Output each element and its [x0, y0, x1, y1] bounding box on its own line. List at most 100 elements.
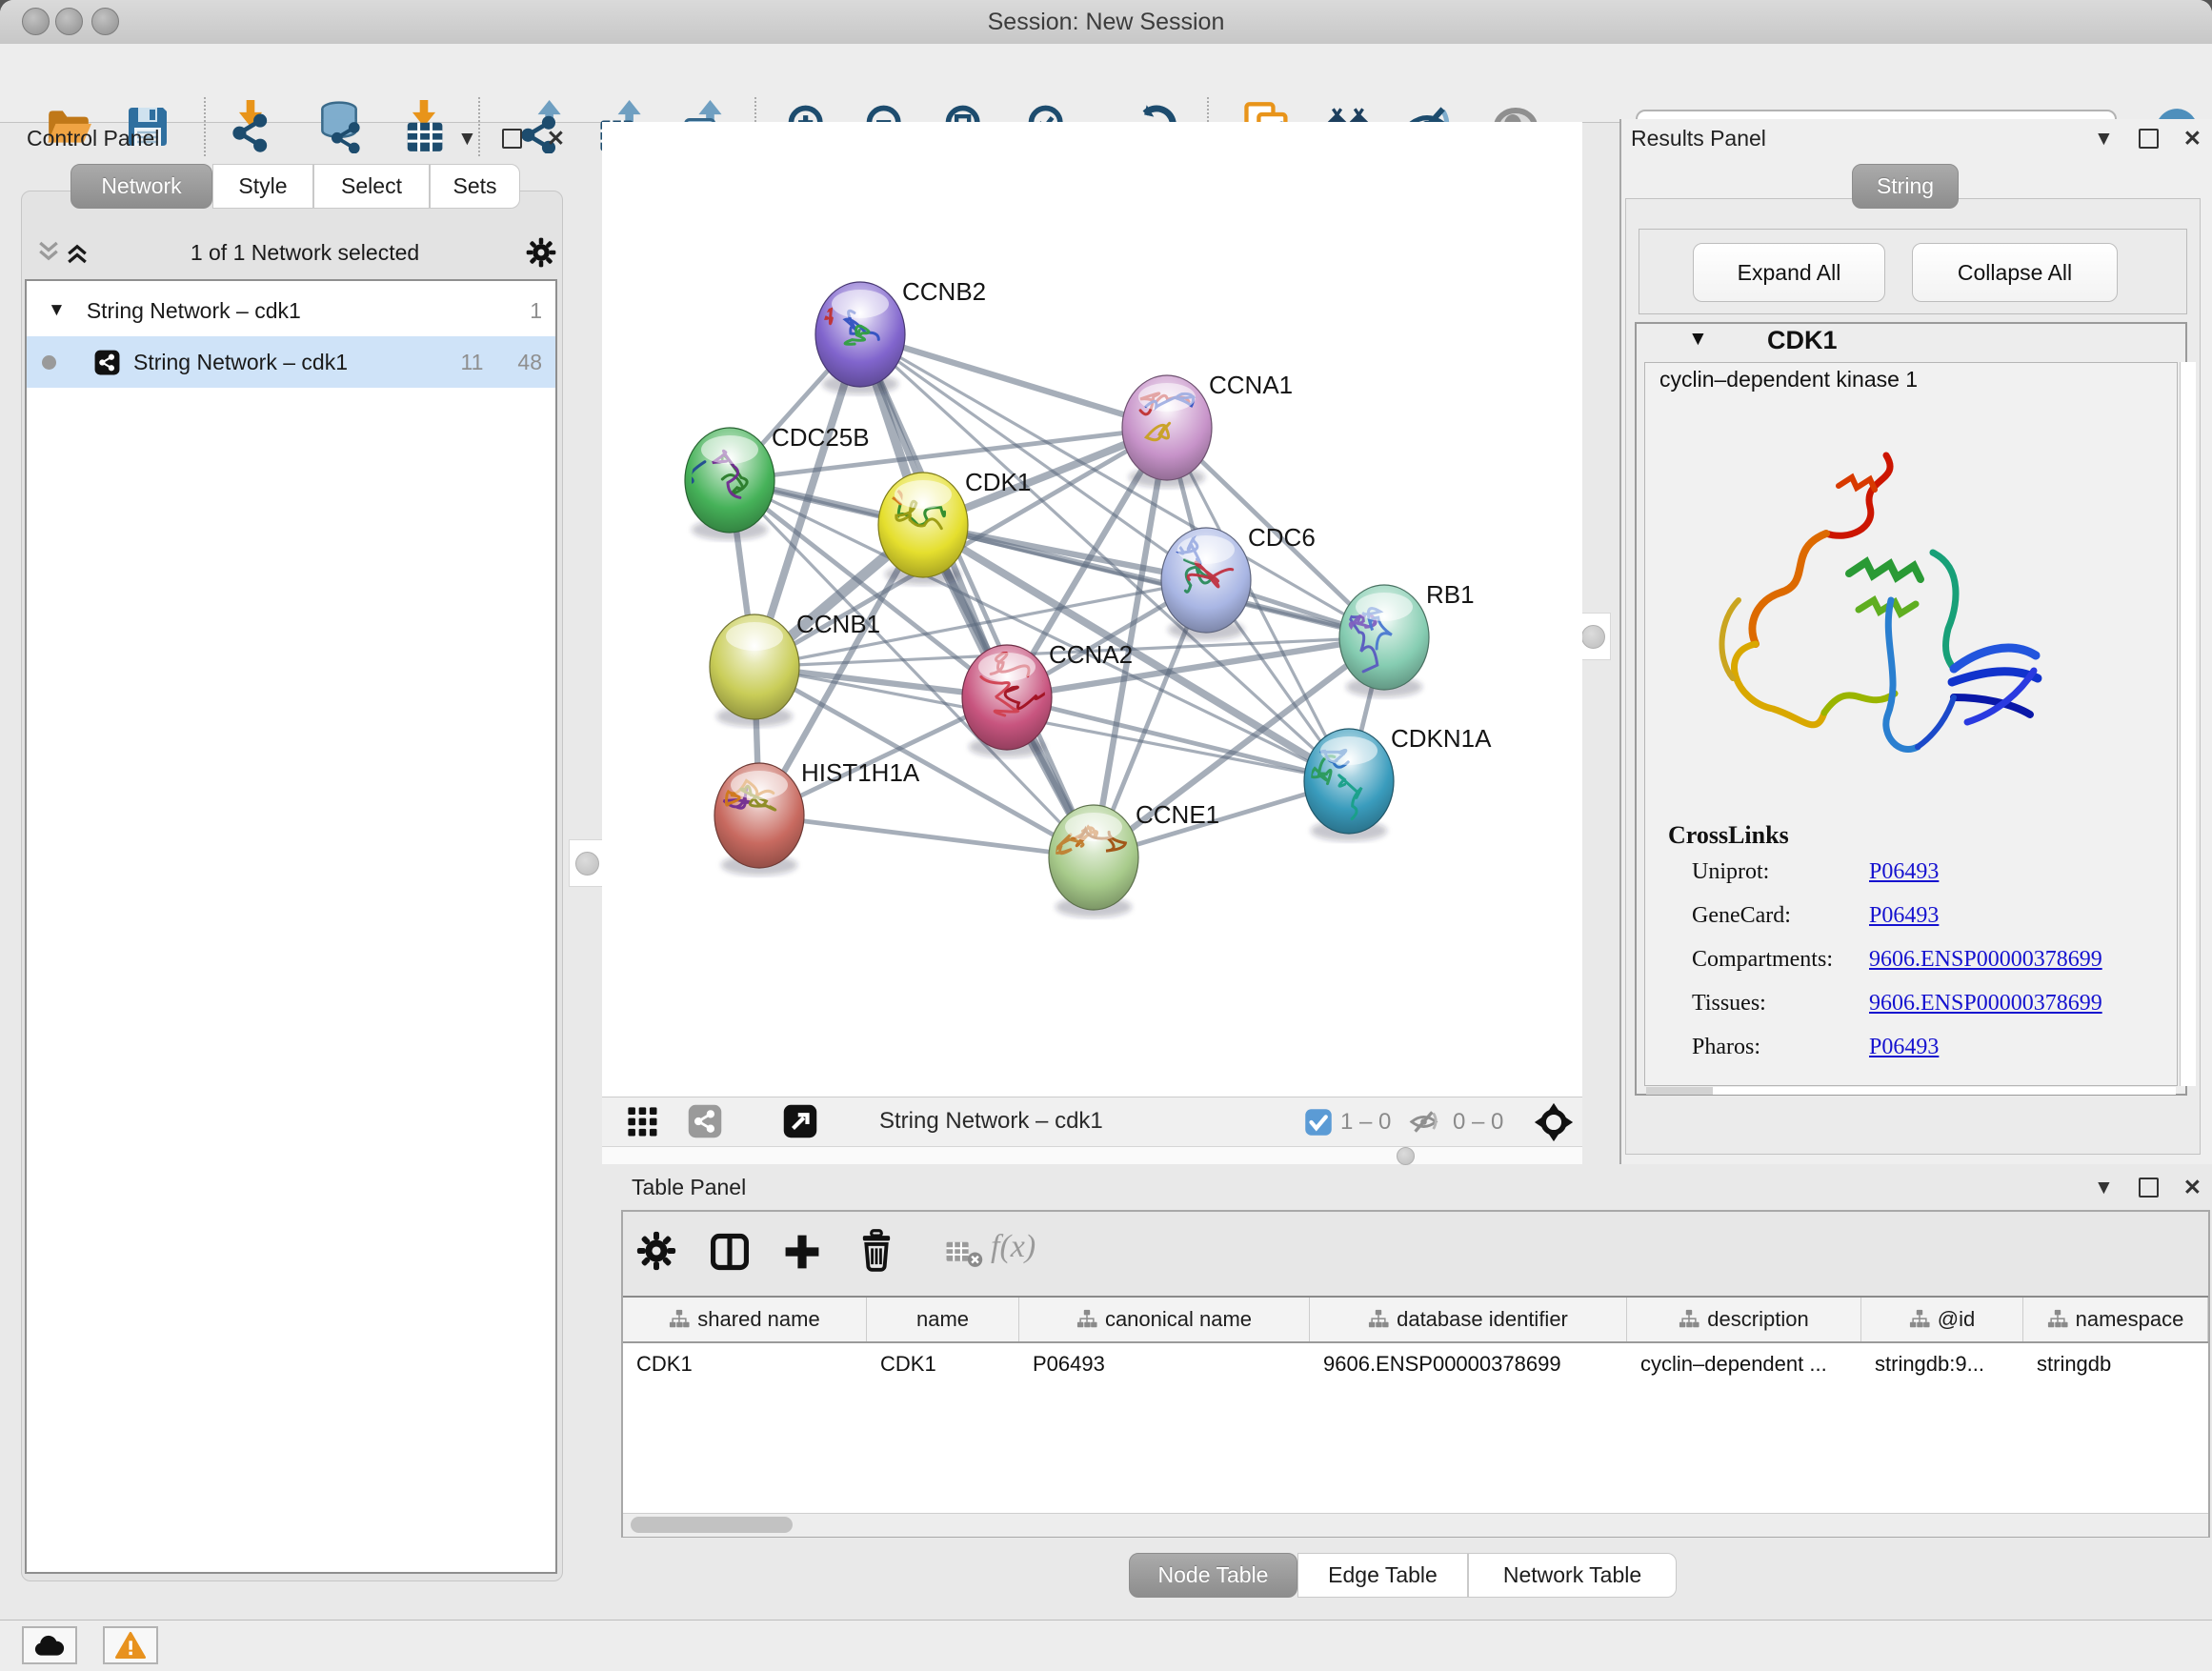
- column-header-label: database identifier: [1397, 1307, 1568, 1332]
- tab-sets[interactable]: Sets: [430, 164, 520, 209]
- birdseye-view-icon[interactable]: [783, 1104, 817, 1138]
- column-header-canonicalname[interactable]: canonical name: [1019, 1298, 1310, 1341]
- status-bar: Memory: [0, 1620, 2212, 1671]
- table-row[interactable]: CDK1CDK1P064939606.ENSP00000378699cyclin…: [623, 1343, 2208, 1385]
- results-vertical-scrollbar[interactable]: [2180, 362, 2196, 1086]
- horizontal-splitter-handle[interactable]: [1397, 1147, 1415, 1165]
- crosslink-value-link[interactable]: P06493: [1869, 903, 1939, 929]
- network-node-cdkn1a[interactable]: CDKN1A: [1304, 724, 1492, 841]
- selected-checkbox-icon[interactable]: [1304, 1108, 1333, 1137]
- collapse-all-networks-icon[interactable]: [34, 238, 63, 267]
- collapse-all-button[interactable]: Collapse All: [1912, 243, 2118, 302]
- node-label: CCNA2: [1049, 640, 1133, 669]
- network-edge[interactable]: [860, 334, 1167, 428]
- network-node-rb1[interactable]: RB1: [1339, 580, 1475, 697]
- table-panel-close-icon[interactable]: ✕: [2183, 1175, 2202, 1200]
- crosslink-row: Pharos:P06493: [1692, 1035, 2168, 1060]
- crosslink-value-link[interactable]: 9606.ENSP00000378699: [1869, 947, 2102, 973]
- control-panel-menu-icon[interactable]: ▼: [457, 128, 477, 151]
- tree-collapse-icon[interactable]: ▼: [48, 300, 66, 321]
- warnings-button[interactable]: [103, 1626, 158, 1664]
- expand-all-networks-icon[interactable]: [63, 238, 91, 267]
- column-header-namespace[interactable]: namespace: [2023, 1298, 2208, 1341]
- network-edge[interactable]: [759, 815, 1094, 857]
- control-panel-close-icon[interactable]: ✕: [547, 126, 565, 151]
- column-header-label: name: [916, 1307, 969, 1332]
- control-panel-float-icon[interactable]: [502, 129, 522, 149]
- node-label: CCNE1: [1136, 800, 1219, 829]
- results-panel-float-icon[interactable]: [2139, 129, 2159, 149]
- cloud-status-button[interactable]: [22, 1626, 77, 1664]
- table-cell[interactable]: CDK1: [623, 1343, 867, 1385]
- import-table-file-icon[interactable]: [398, 101, 450, 152]
- network-node-ccna1[interactable]: CCNA1: [1122, 371, 1293, 488]
- column-header-sharedname[interactable]: shared name: [623, 1298, 867, 1341]
- import-network-database-icon[interactable]: [313, 101, 365, 152]
- tab-style[interactable]: Style: [212, 164, 313, 209]
- grid-view-icon[interactable]: [627, 1106, 658, 1137]
- network-view-toolbar: String Network – cdk1 1 – 0 0 – 0: [602, 1097, 1582, 1147]
- network-node-ccnb2[interactable]: CCNB2: [798, 277, 986, 394]
- cloud-icon: [33, 1633, 66, 1658]
- tab-select[interactable]: Select: [313, 164, 430, 209]
- results-panel-menu-icon[interactable]: ▼: [2094, 128, 2114, 151]
- horizontal-splitter[interactable]: [602, 1145, 1582, 1164]
- results-panel-close-icon[interactable]: ✕: [2183, 126, 2202, 151]
- import-network-file-icon[interactable]: [225, 101, 276, 152]
- node-attribute-table: shared name name canonical name database id…: [623, 1296, 2208, 1513]
- table-cell[interactable]: cyclin–dependent ...: [1627, 1343, 1861, 1385]
- scrollbar-thumb[interactable]: [631, 1517, 793, 1533]
- tab-network[interactable]: Network: [70, 164, 212, 209]
- expand-all-button[interactable]: Expand All: [1693, 243, 1885, 302]
- column-type-icon: [1909, 1309, 1930, 1330]
- node-label: RB1: [1426, 580, 1475, 609]
- network-collection-row[interactable]: ▼ String Network – cdk1 1: [27, 285, 555, 336]
- network-row-selected[interactable]: String Network – cdk1 11 48: [27, 336, 555, 388]
- network-node-cdk1[interactable]: CDK1: [865, 468, 1032, 585]
- crosslinks-heading: CrossLinks: [1668, 821, 1789, 850]
- results-horizontal-scrollbar[interactable]: [1646, 1087, 2176, 1095]
- column-header-databaseidentifier[interactable]: database identifier: [1310, 1298, 1627, 1341]
- table-panel-title: Table Panel: [632, 1175, 746, 1200]
- entry-collapse-icon[interactable]: ▼: [1688, 328, 1708, 351]
- pan-crosshair-icon[interactable]: [1534, 1102, 1574, 1142]
- table-cell[interactable]: P06493: [1019, 1343, 1310, 1385]
- crosslink-value-link[interactable]: P06493: [1869, 1035, 1939, 1060]
- tab-string[interactable]: String: [1852, 164, 1959, 209]
- network-panel-gear-icon[interactable]: [526, 237, 556, 268]
- table-panel-float-icon[interactable]: [2139, 1178, 2159, 1198]
- control-panel-title: Control Panel: [27, 126, 159, 151]
- network-node-hist1h1a[interactable]: HIST1H1A: [714, 758, 920, 876]
- create-column-icon[interactable]: [781, 1231, 823, 1273]
- delete-column-trash-icon[interactable]: [855, 1229, 897, 1273]
- column-header-id[interactable]: @id: [1861, 1298, 2023, 1341]
- crosslink-value-link[interactable]: 9606.ENSP00000378699: [1869, 991, 2102, 1017]
- table-horizontal-scrollbar[interactable]: [623, 1513, 2208, 1537]
- network-node-cdc6[interactable]: CDC6: [1161, 523, 1316, 640]
- crosslink-value-link[interactable]: P06493: [1869, 859, 1939, 885]
- table-cell[interactable]: stringdb:9...: [1861, 1343, 2023, 1385]
- table-cell[interactable]: stringdb: [2023, 1343, 2208, 1385]
- column-header-name[interactable]: name: [867, 1298, 1019, 1341]
- show-columns-icon[interactable]: [709, 1231, 751, 1273]
- table-cell[interactable]: CDK1: [867, 1343, 1019, 1385]
- column-header-description[interactable]: description: [1627, 1298, 1861, 1341]
- column-type-icon: [1679, 1309, 1699, 1330]
- network-graph[interactable]: CCNB2CCNA1CDC25BCDK1CDC6RB1CCNB1CCNA2CDK…: [602, 122, 1582, 1097]
- tab-node-table[interactable]: Node Table: [1129, 1553, 1297, 1598]
- hidden-eye-icon: [1408, 1107, 1439, 1137]
- network-share-view-icon[interactable]: [688, 1104, 722, 1138]
- network-node-ccna2[interactable]: CCNA2: [962, 640, 1133, 757]
- crosslink-label: Tissues:: [1692, 991, 1869, 1017]
- table-cell[interactable]: 9606.ENSP00000378699: [1310, 1343, 1627, 1385]
- left-splitter-handle[interactable]: [569, 839, 605, 887]
- table-panel-menu-icon[interactable]: ▼: [2094, 1177, 2114, 1199]
- tab-edge-table[interactable]: Edge Table: [1297, 1553, 1468, 1598]
- network-canvas[interactable]: CCNB2CCNA1CDC25BCDK1CDC6RB1CCNB1CCNA2CDK…: [602, 122, 1582, 1097]
- table-settings-gear-icon[interactable]: [636, 1231, 676, 1271]
- column-header-label: shared name: [697, 1307, 819, 1332]
- network-node-ccne1[interactable]: CCNE1: [1049, 800, 1219, 917]
- network-selection-status: 1 of 1 Network selected: [152, 240, 457, 266]
- network-row-label: String Network – cdk1: [133, 350, 461, 375]
- tab-network-table[interactable]: Network Table: [1468, 1553, 1677, 1598]
